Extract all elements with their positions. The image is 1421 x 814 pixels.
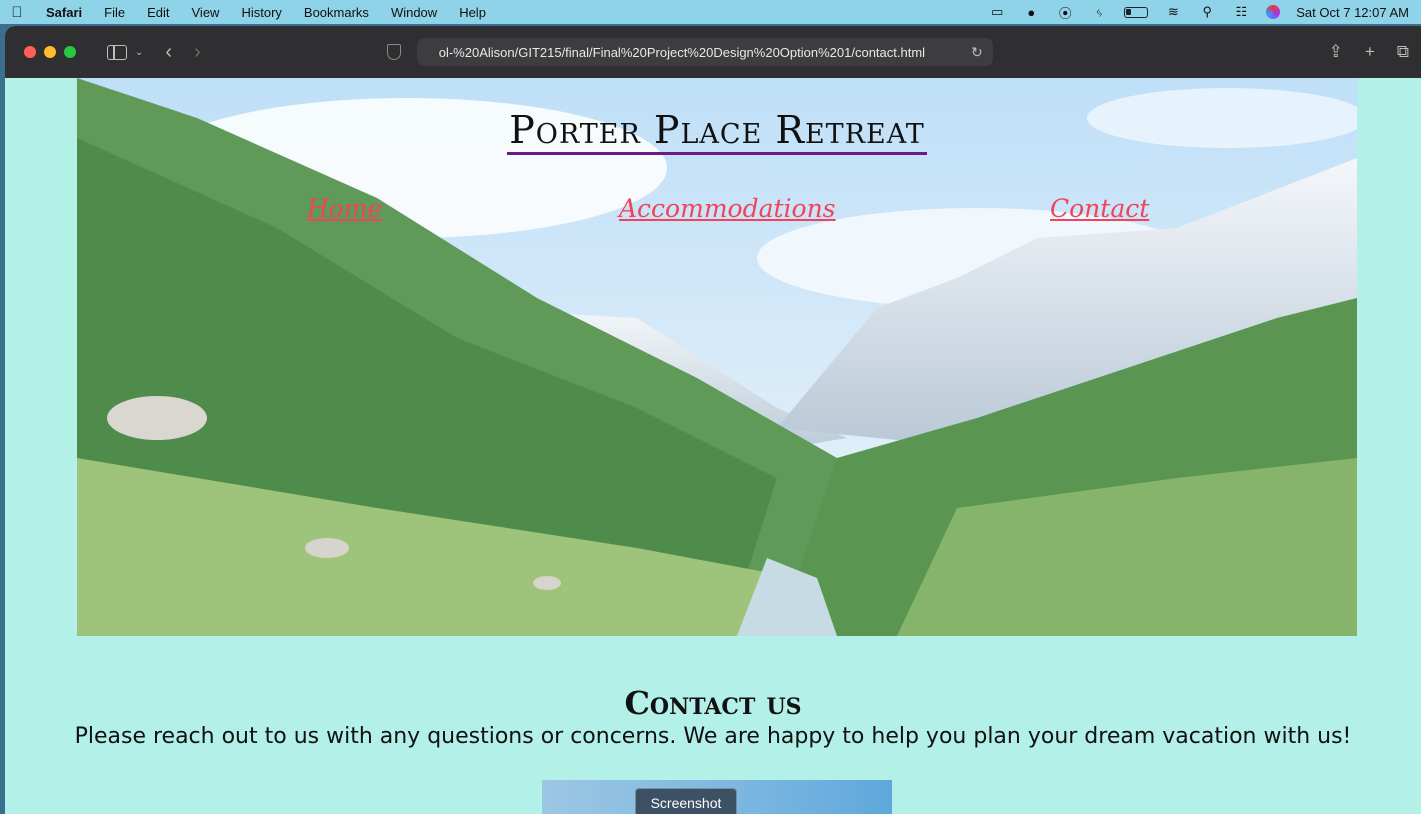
menu-bar:  Safari File Edit View History Bookmark… — [0, 0, 1421, 24]
address-bar-url[interactable]: ol-%20Alison/GIT215/final/Final%20Projec… — [439, 45, 963, 60]
close-window-button[interactable] — [24, 46, 36, 58]
menu-edit[interactable]: Edit — [136, 5, 180, 20]
bluetooth-icon[interactable]: ᛃ — [1090, 5, 1108, 20]
site-title-text: Porter Place Retreat — [507, 108, 927, 155]
forward-arrow-icon[interactable]: › — [194, 41, 201, 64]
site-title: Porter Place Retreat — [77, 108, 1357, 155]
address-bar[interactable]: ol-%20Alison/GIT215/final/Final%20Projec… — [416, 38, 993, 66]
browser-toolbar: ⌄ ‹ › ol-%20Alison/GIT215/final/Final%20… — [5, 26, 1421, 78]
zoom-window-button[interactable] — [64, 46, 76, 58]
hero-banner-image: Porter Place Retreat Home Accommodations… — [77, 78, 1357, 636]
tab-group-chevron-icon[interactable]: ⌄ — [135, 47, 143, 58]
airdrop-icon[interactable]: ⦿ — [1056, 5, 1074, 21]
battery-icon[interactable] — [1124, 6, 1149, 18]
menu-app-safari[interactable]: Safari — [34, 5, 93, 20]
minimize-window-button[interactable] — [44, 46, 56, 58]
control-center-icon[interactable]: ☷ — [1232, 4, 1250, 19]
sidebar-toggle-icon[interactable] — [107, 44, 127, 60]
contact-heading: Contact us — [624, 684, 802, 722]
tab-overview-icon[interactable]: ⧉ — [1397, 42, 1409, 62]
nav-link-home[interactable]: Home — [307, 194, 382, 223]
menu-bar-clock[interactable]: Sat Oct 7 12:07 AM — [1296, 5, 1409, 20]
web-page: Porter Place Retreat Home Accommodations… — [5, 78, 1421, 814]
wifi-icon[interactable]: ≋ — [1164, 4, 1182, 19]
window-controls — [24, 46, 76, 58]
apple-logo-icon[interactable]:  — [0, 4, 34, 21]
safari-window: ⌄ ‹ › ol-%20Alison/GIT215/final/Final%20… — [5, 26, 1421, 814]
menu-help[interactable]: Help — [448, 5, 497, 20]
menu-file[interactable]: File — [93, 5, 136, 20]
menu-history[interactable]: History — [230, 5, 292, 20]
share-icon[interactable]: ⇪ — [1329, 42, 1343, 62]
screenshot-button[interactable]: Screenshot — [635, 788, 737, 814]
contact-description: Please reach out to us with any question… — [74, 724, 1352, 749]
screen-mirroring-icon[interactable]: ▭ — [988, 4, 1006, 19]
menu-bookmarks[interactable]: Bookmarks — [293, 5, 380, 20]
toolbar-right-actions: ⇪ + ⧉ — [1329, 42, 1409, 62]
menu-view[interactable]: View — [181, 5, 231, 20]
spotlight-search-icon[interactable]: ⚲ — [1198, 4, 1216, 19]
nav-link-contact[interactable]: Contact — [1050, 194, 1149, 223]
nav-link-accommodations[interactable]: Accommodations — [619, 194, 836, 223]
privacy-shield-icon[interactable] — [386, 44, 401, 60]
creative-cloud-icon[interactable]: ● — [1022, 5, 1040, 20]
new-tab-plus-icon[interactable]: + — [1365, 42, 1375, 62]
menu-bar-status-area: ▭ ● ⦿ ᛃ ≋ ⚲ ☷ Sat Oct 7 12:07 AM — [988, 4, 1421, 21]
siri-icon[interactable] — [1266, 5, 1281, 19]
reload-icon[interactable]: ↻ — [971, 44, 983, 61]
back-arrow-icon[interactable]: ‹ — [165, 41, 172, 64]
menu-window[interactable]: Window — [380, 5, 448, 20]
mountain-landscape-illustration — [77, 78, 1357, 636]
